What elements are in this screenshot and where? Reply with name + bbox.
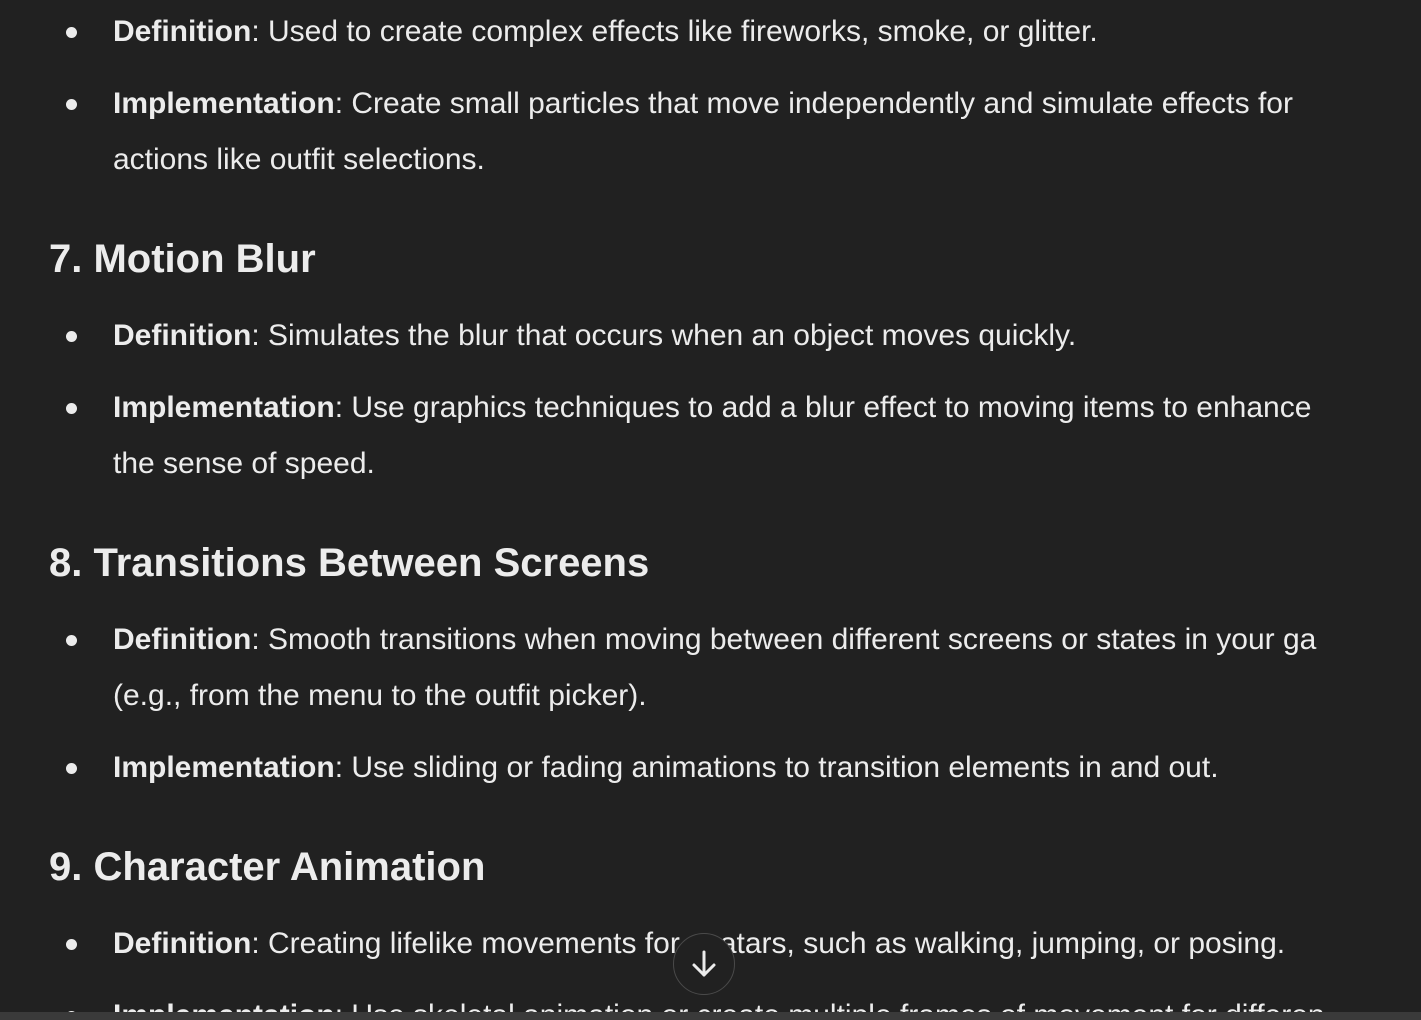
composer-edge <box>0 1012 1421 1020</box>
section-6-list: Definition: Used to create complex effec… <box>0 4 1421 204</box>
term-label: Implementation <box>113 87 335 120</box>
bullet-dot <box>66 763 77 774</box>
term-label: Implementation <box>113 751 335 784</box>
term-label: Definition <box>113 15 252 48</box>
list-item: Definition: Simulates the blur that occu… <box>0 308 1421 364</box>
bullet-dot <box>66 403 77 414</box>
item-text: : Creating lifelike movements for avatar… <box>251 927 1286 960</box>
section-7-list: Definition: Simulates the blur that occu… <box>0 308 1421 508</box>
item-text-continued: the sense of speed. <box>113 447 375 480</box>
bullet-dot <box>66 99 77 110</box>
list-item: Definition: Used to create complex effec… <box>0 4 1421 60</box>
item-text: : Simulates the blur that occurs when an… <box>251 319 1077 352</box>
term-label: Definition <box>113 927 252 960</box>
item-text: : Create small particles that move indep… <box>334 87 1293 120</box>
list-item: Implementation: Use sliding or fading an… <box>0 740 1421 796</box>
section-8-list: Definition: Smooth transitions when movi… <box>0 612 1421 812</box>
list-item: Implementation: Create small particles t… <box>0 76 1421 188</box>
list-item: Definition: Smooth transitions when movi… <box>0 612 1421 724</box>
item-text-continued: actions like outfit selections. <box>113 143 485 176</box>
term-label: Implementation <box>113 391 335 424</box>
item-text: : Used to create complex effects like fi… <box>251 15 1098 48</box>
term-label: Definition <box>113 623 252 656</box>
item-text: : Use graphics techniques to add a blur … <box>334 391 1312 424</box>
list-item: Implementation: Use graphics techniques … <box>0 380 1421 492</box>
section-heading-motion-blur: 7. Motion Blur <box>49 237 316 281</box>
bullet-dot <box>66 27 77 38</box>
item-text: : Use sliding or fading animations to tr… <box>334 751 1219 784</box>
section-heading-transitions: 8. Transitions Between Screens <box>49 541 650 585</box>
scroll-to-bottom-button[interactable] <box>673 933 735 995</box>
section-heading-character-animation: 9. Character Animation <box>49 845 486 889</box>
arrow-down-icon <box>692 950 716 977</box>
chat-message-content: Definition: Used to create complex effec… <box>0 0 1421 1020</box>
bullet-dot <box>66 331 77 342</box>
bullet-dot <box>66 939 77 950</box>
term-label: Definition <box>113 319 252 352</box>
bullet-dot <box>66 635 77 646</box>
item-text-continued: (e.g., from the menu to the outfit picke… <box>113 679 647 712</box>
item-text: : Smooth transitions when moving between… <box>251 623 1317 656</box>
